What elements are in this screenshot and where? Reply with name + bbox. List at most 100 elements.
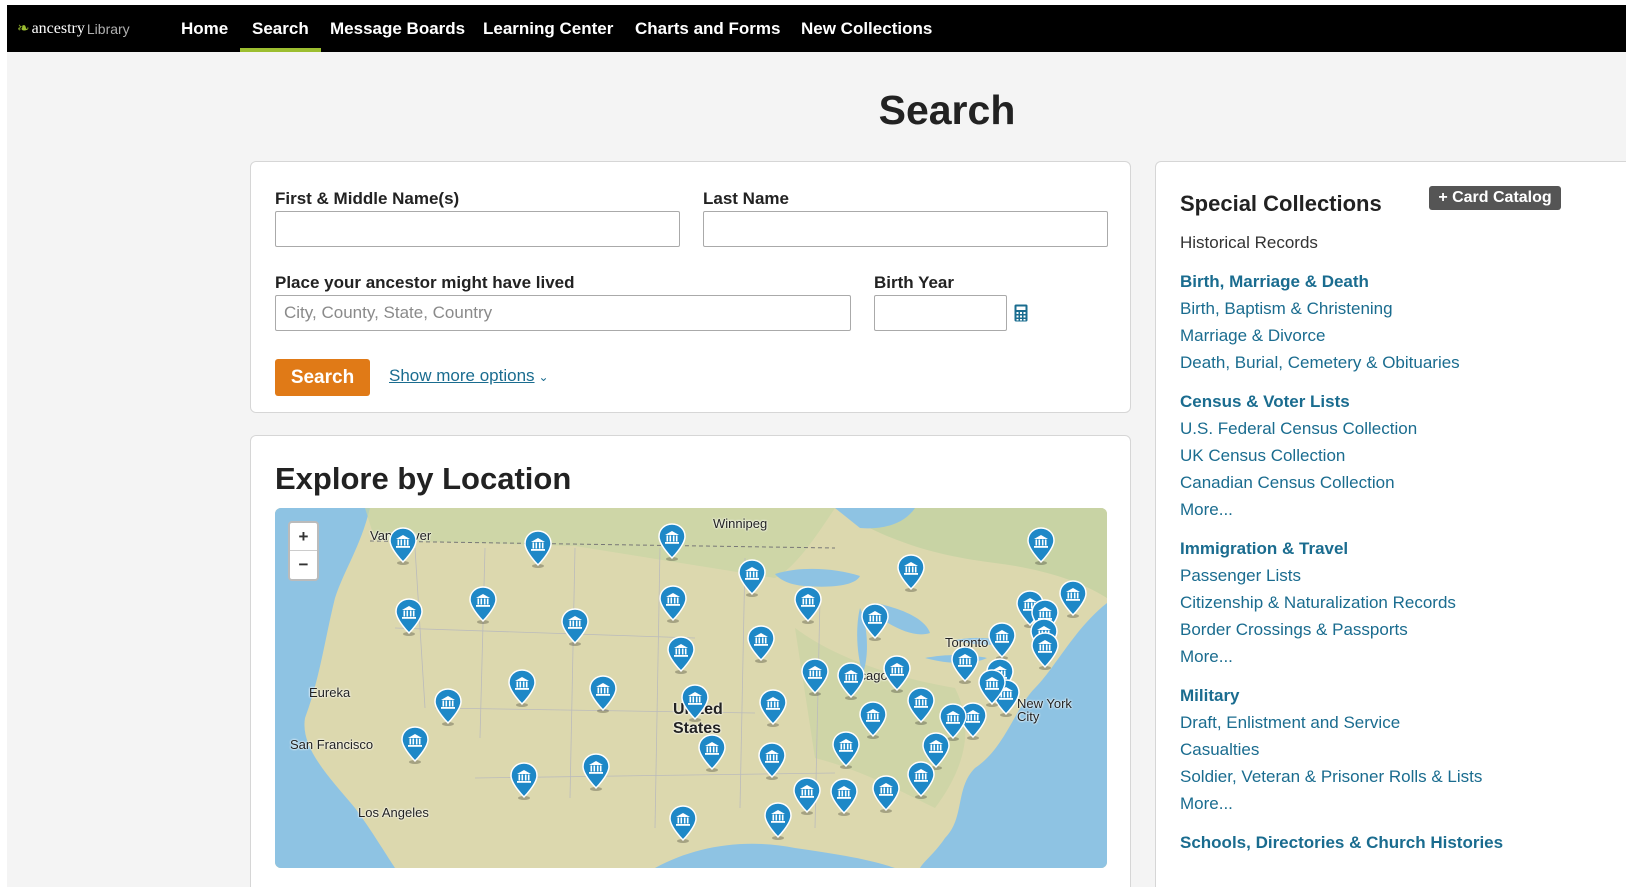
library-pin-icon[interactable] [907,761,935,799]
chevron-down-icon: ⌄ [538,370,549,384]
collection-heading-link[interactable]: Military [1180,682,1570,709]
nav-search[interactable]: Search [240,5,321,52]
collection-heading-link[interactable]: Census & Voter Lists [1180,388,1570,415]
library-pin-icon[interactable] [401,726,429,764]
library-pin-icon[interactable] [830,778,858,816]
library-pin-icon[interactable] [469,586,497,624]
ancestry-leaf-icon: ❧ [17,21,30,37]
library-pin-icon[interactable] [758,742,786,780]
place-input[interactable] [275,295,851,331]
library-pin-icon[interactable] [897,554,925,592]
library-pin-icon[interactable] [681,684,709,722]
library-pin-icon[interactable] [561,608,589,646]
library-pin-icon[interactable] [698,734,726,772]
page-title: Search [878,87,1016,133]
collection-group: Immigration & Travel Passenger Lists Citiz… [1180,535,1570,670]
more-link[interactable]: More... [1180,496,1570,523]
collection-link[interactable]: Border Crossings & Passports [1180,616,1570,643]
library-pin-icon[interactable] [589,675,617,713]
library-pin-icon[interactable] [872,775,900,813]
ancestry-library-logo[interactable]: ❧ ancestry Library [17,5,130,52]
calendar-icon[interactable] [1014,304,1028,327]
library-pin-icon[interactable] [395,598,423,636]
collection-heading-link[interactable]: Birth, Marriage & Death [1180,268,1570,295]
library-pin-icon[interactable] [669,805,697,843]
last-name-label: Last Name [703,189,789,208]
library-pin-icon[interactable] [747,625,775,663]
last-name-input[interactable] [703,211,1108,247]
library-pin-icon[interactable] [832,731,860,769]
library-pin-icon[interactable] [524,530,552,568]
collection-link[interactable]: Passenger Lists [1180,562,1570,589]
logo-suffix: Library [86,20,130,37]
library-pin-icon[interactable] [1027,527,1055,565]
nav-message-boards[interactable]: Message Boards [330,5,465,52]
library-pin-icon[interactable] [510,762,538,800]
nav-charts-and-forms[interactable]: Charts and Forms [635,5,780,52]
library-pin-icon[interactable] [764,802,792,840]
zoom-in-button[interactable]: + [290,523,317,551]
page: ❧ ancestry Library Home Search Message B… [7,5,1626,887]
collection-group: Military Draft, Enlistment and Service Cas… [1180,682,1570,817]
library-pin-icon[interactable] [859,701,887,739]
collection-link[interactable]: Casualties [1180,736,1570,763]
collection-link[interactable]: Soldier, Veteran & Prisoner Rolls & List… [1180,763,1570,790]
collection-group: Birth, Marriage & Death Birth, Baptism & … [1180,268,1570,376]
collection-link[interactable]: Draft, Enlistment and Service [1180,709,1570,736]
first-name-input[interactable] [275,211,680,247]
library-pin-icon[interactable] [951,646,979,684]
search-button[interactable]: Search [275,359,370,396]
library-pin-icon[interactable] [434,688,462,726]
collection-heading-link[interactable]: Immigration & Travel [1180,535,1570,562]
library-pin-icon[interactable] [667,636,695,674]
library-pin-icon[interactable] [1059,580,1087,618]
library-pin-icon[interactable] [793,777,821,815]
library-pin-icon[interactable] [738,559,766,597]
collection-link[interactable]: UK Census Collection [1180,442,1570,469]
collection-heading-link[interactable]: Schools, Directories & Church Histories [1180,829,1570,856]
collection-link[interactable]: Canadian Census Collection [1180,469,1570,496]
collections-list: Birth, Marriage & Death Birth, Baptism & … [1180,268,1570,868]
special-collections-title: Special Collections [1180,191,1382,216]
show-more-options-label: Show more options [389,366,535,385]
city-label: Los Angeles [358,805,429,820]
nav-home[interactable]: Home [181,5,228,52]
library-pin-icon[interactable] [861,603,889,641]
collection-link[interactable]: Death, Burial, Cemetery & Obituaries [1180,349,1570,376]
nav-learning-center[interactable]: Learning Center [483,5,613,52]
nav-new-collections[interactable]: New Collections [801,5,932,52]
library-pin-icon[interactable] [801,658,829,696]
library-pin-icon[interactable] [837,662,865,700]
location-map[interactable]: + − Vancouver Winnipeg Eureka San Franci… [275,508,1107,868]
library-pin-icon[interactable] [582,753,610,791]
collection-link[interactable]: Citizenship & Naturalization Records [1180,589,1570,616]
show-more-options-link[interactable]: Show more options ⌄ [389,366,549,386]
collection-link[interactable]: Marriage & Divorce [1180,322,1570,349]
birth-year-label: Birth Year [874,273,955,292]
more-link[interactable]: More... [1180,790,1570,817]
library-pin-icon[interactable] [794,586,822,624]
library-pin-icon[interactable] [389,527,417,565]
card-catalog-button[interactable]: + Card Catalog [1429,186,1561,210]
library-pin-icon[interactable] [659,585,687,623]
library-pin-icon[interactable] [1031,632,1059,670]
historical-records-label: Historical Records [1180,233,1318,252]
library-pin-icon[interactable] [907,687,935,725]
place-label: Place your ancestor might have lived [275,273,575,292]
collection-link[interactable]: U.S. Federal Census Collection [1180,415,1570,442]
first-name-label: First & Middle Name(s) [275,189,460,208]
collection-link[interactable]: Birth, Baptism & Christening [1180,295,1570,322]
search-form-card: First & Middle Name(s) Last Name Place y… [250,161,1131,413]
birth-year-input[interactable] [874,295,1007,331]
top-nav: ❧ ancestry Library Home Search Message B… [7,5,1626,52]
more-link[interactable]: More... [1180,643,1570,670]
library-pin-icon[interactable] [508,669,536,707]
collection-group: Schools, Directories & Church Histories [1180,829,1570,856]
library-pin-icon[interactable] [988,622,1016,660]
city-label: Winnipeg [713,516,768,531]
library-pin-icon[interactable] [658,523,686,561]
zoom-out-button[interactable]: − [290,551,317,579]
city-label: New York City [1017,696,1072,724]
explore-card: Explore by Location + − Winnipeg Eureka … [250,435,1131,887]
library-pin-icon[interactable] [759,689,787,727]
